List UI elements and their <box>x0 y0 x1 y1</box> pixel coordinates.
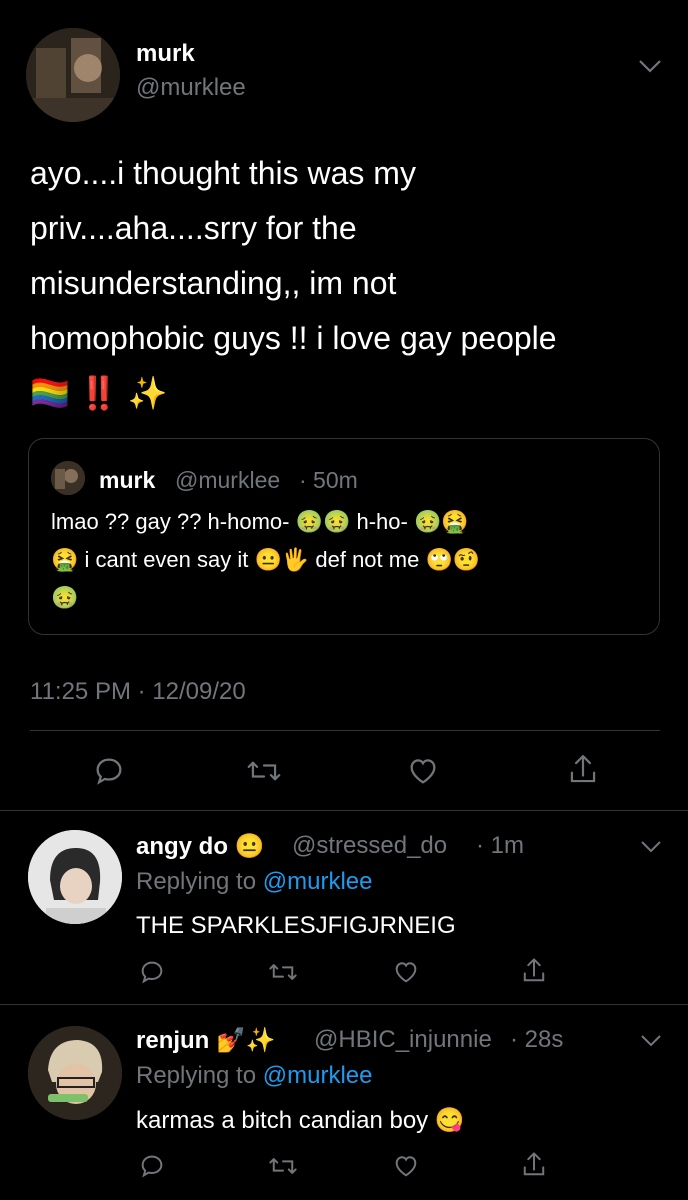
chevron-down-icon[interactable] <box>640 840 662 854</box>
retweet-icon[interactable] <box>246 754 282 788</box>
author-handle[interactable]: @murklee <box>136 74 246 102</box>
quoted-text-line: 🤮 i cant even say it 😐🖐 def not me 🙄🤨 <box>51 547 481 572</box>
retweet-icon[interactable] <box>268 1152 298 1180</box>
reply-text: karmas a bitch candian boy 😋 <box>136 1107 465 1134</box>
avatar-renjun[interactable] <box>28 1026 122 1120</box>
replying-to-label: Replying to <box>136 868 257 895</box>
quoted-display-name: murk <box>99 467 156 493</box>
avatar-angy-do[interactable] <box>28 830 122 924</box>
quoted-handle: @murklee <box>175 467 281 493</box>
share-icon[interactable] <box>520 1150 548 1180</box>
tweet-timestamp[interactable]: 11:25 PM · 12/09/20 <box>30 678 246 706</box>
quoted-text-line: lmao ?? gay ?? h-homo- 🤢🤢 h-ho- 🤢🤮 <box>51 509 469 534</box>
tweet-text-line: ayo....i thought this was my <box>30 155 416 191</box>
reply-handle[interactable]: @HBIC_injunnie <box>314 1026 492 1054</box>
chevron-down-icon[interactable] <box>640 1034 662 1048</box>
reply-time: · 28s <box>510 1026 564 1053</box>
reply-handle[interactable]: @stressed_do <box>292 832 447 860</box>
tweet-emoji-line: 🏳️‍🌈 ‼️ ✨ <box>30 375 168 411</box>
reply-icon[interactable] <box>92 754 126 788</box>
replying-to: Replying to @murklee <box>136 868 372 896</box>
quoted-text-line: 🤢 <box>51 585 79 610</box>
like-icon[interactable] <box>392 1152 420 1180</box>
replying-to: Replying to @murklee <box>136 1062 372 1090</box>
reply-time: · 1m <box>476 832 524 859</box>
reply-display-name[interactable]: renjun 💅✨ <box>136 1026 276 1055</box>
chevron-down-icon[interactable] <box>638 58 662 74</box>
tweet-text: ayo....i thought this was my priv....aha… <box>30 146 670 421</box>
avatar-murk[interactable] <box>26 28 120 122</box>
replying-to-handle[interactable]: @murklee <box>263 1062 373 1089</box>
divider <box>0 1004 688 1005</box>
like-icon[interactable] <box>406 754 440 788</box>
replying-to-handle[interactable]: @murklee <box>263 868 373 895</box>
retweet-icon[interactable] <box>268 958 298 986</box>
share-icon[interactable] <box>566 752 600 788</box>
reply-text: THE SPARKLESJFIGJRNEIG <box>136 912 456 939</box>
tweet-text-line: priv....aha....srry for the <box>30 210 357 246</box>
reply-icon[interactable] <box>138 958 166 986</box>
tweet-text-line: homophobic guys !! i love gay people <box>30 320 557 356</box>
replying-to-label: Replying to <box>136 1062 257 1089</box>
divider <box>0 810 688 811</box>
like-icon[interactable] <box>392 958 420 986</box>
share-icon[interactable] <box>520 956 548 986</box>
author-display-name[interactable]: murk <box>136 40 195 68</box>
quoted-avatar <box>51 461 85 495</box>
divider <box>30 730 660 731</box>
tweet-text-line: misunderstanding,, im not <box>30 265 397 301</box>
quoted-time: · 50m <box>299 467 358 493</box>
quoted-tweet-card[interactable]: murk @murklee · 50m lmao ?? gay ?? h-hom… <box>28 438 660 635</box>
reply-icon[interactable] <box>138 1152 166 1180</box>
reply-display-name[interactable]: angy do 😐 <box>136 832 265 861</box>
